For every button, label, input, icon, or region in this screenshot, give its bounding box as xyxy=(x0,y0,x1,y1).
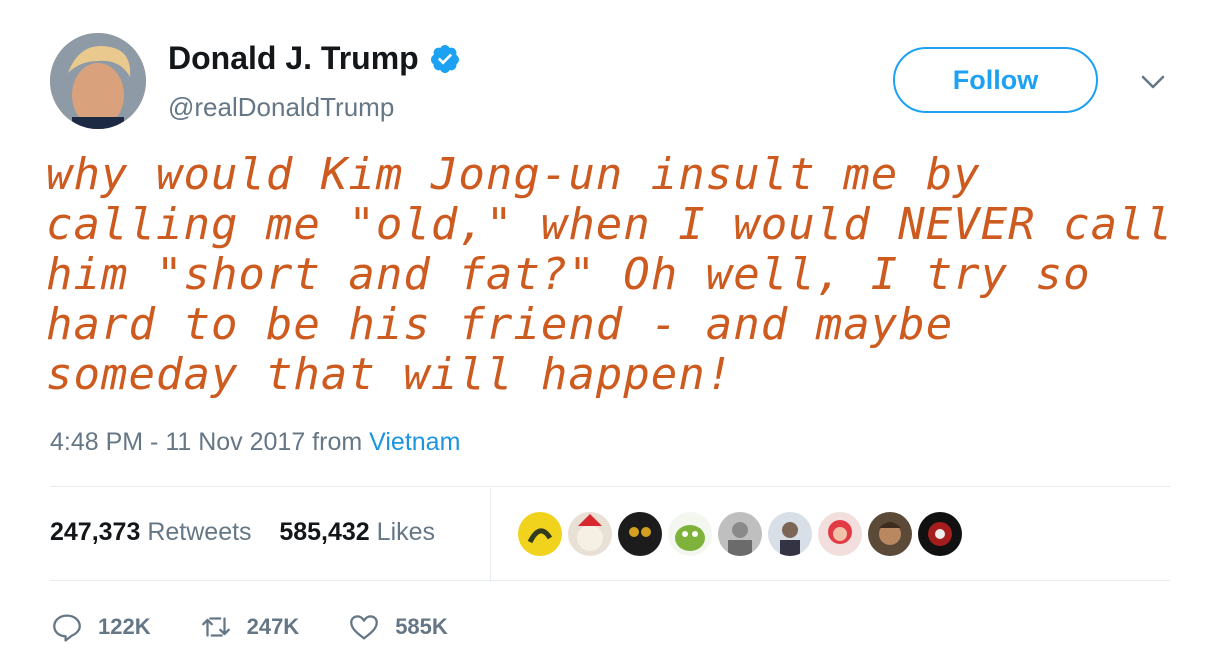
retweet-icon xyxy=(201,617,230,637)
tweet-location-link[interactable]: Vietnam xyxy=(369,428,460,456)
liker-avatar[interactable] xyxy=(666,510,714,558)
liker-avatar[interactable] xyxy=(766,510,814,558)
tweet-text: why would Kim Jong-un insult me by calli… xyxy=(46,150,1176,400)
divider xyxy=(50,486,1170,487)
reply-action[interactable]: 122K xyxy=(50,610,151,644)
follow-button[interactable]: Follow xyxy=(893,47,1098,113)
tweet-timestamp[interactable]: 4:48 PM - 11 Nov 2017 from xyxy=(50,428,369,456)
divider xyxy=(50,580,1170,581)
verified-badge-icon xyxy=(430,44,459,73)
likes-label: Likes xyxy=(376,518,436,546)
liker-avatar[interactable] xyxy=(866,510,914,558)
liker-avatar[interactable] xyxy=(516,510,564,558)
chevron-down-icon[interactable] xyxy=(1140,72,1166,92)
tweet-meta: 4:48 PM - 11 Nov 2017 from Vietnam xyxy=(50,428,460,457)
tweet-text-line: calling me "old," when I would NEVER cal… xyxy=(46,199,1174,250)
reply-count: 122K xyxy=(98,614,151,639)
liker-avatar[interactable] xyxy=(816,510,864,558)
tweet-text-line: him "short and fat?" Oh well, I try so xyxy=(46,249,1091,300)
likes-stat[interactable]: 585,432 Likes xyxy=(279,518,435,546)
like-action[interactable]: 585K xyxy=(347,610,448,644)
heart-icon xyxy=(350,615,379,640)
tweet-text-line: someday that will happen! xyxy=(46,349,734,400)
likes-count: 585,432 xyxy=(279,518,370,546)
like-count: 585K xyxy=(395,614,448,639)
retweets-count: 247,373 xyxy=(50,518,141,546)
tweet-text-line: why would Kim Jong-un insult me by xyxy=(46,149,981,200)
liker-avatar[interactable] xyxy=(566,510,614,558)
liker-avatar[interactable] xyxy=(916,510,964,558)
tweet-actions: 122K 247K 585K xyxy=(50,610,496,644)
liker-avatar[interactable] xyxy=(716,510,764,558)
tweet-stats: 247,373 Retweets 585,432 Likes xyxy=(50,518,435,547)
liker-avatar[interactable] xyxy=(616,510,664,558)
likers-avatars xyxy=(516,510,964,558)
author-handle[interactable]: @realDonaldTrump xyxy=(168,92,394,123)
author-avatar[interactable] xyxy=(50,33,146,129)
author-name[interactable]: Donald J. Trump xyxy=(168,40,419,77)
retweet-action[interactable]: 247K xyxy=(199,610,300,644)
retweet-count: 247K xyxy=(246,614,300,639)
retweets-stat[interactable]: 247,373 Retweets xyxy=(50,518,252,546)
retweets-label: Retweets xyxy=(147,518,252,546)
avatar-photo xyxy=(50,33,146,129)
divider xyxy=(490,488,491,580)
author-name-row[interactable]: Donald J. Trump xyxy=(168,40,461,77)
tweet-text-line: hard to be his friend - and maybe xyxy=(46,299,954,350)
reply-icon xyxy=(53,614,81,642)
